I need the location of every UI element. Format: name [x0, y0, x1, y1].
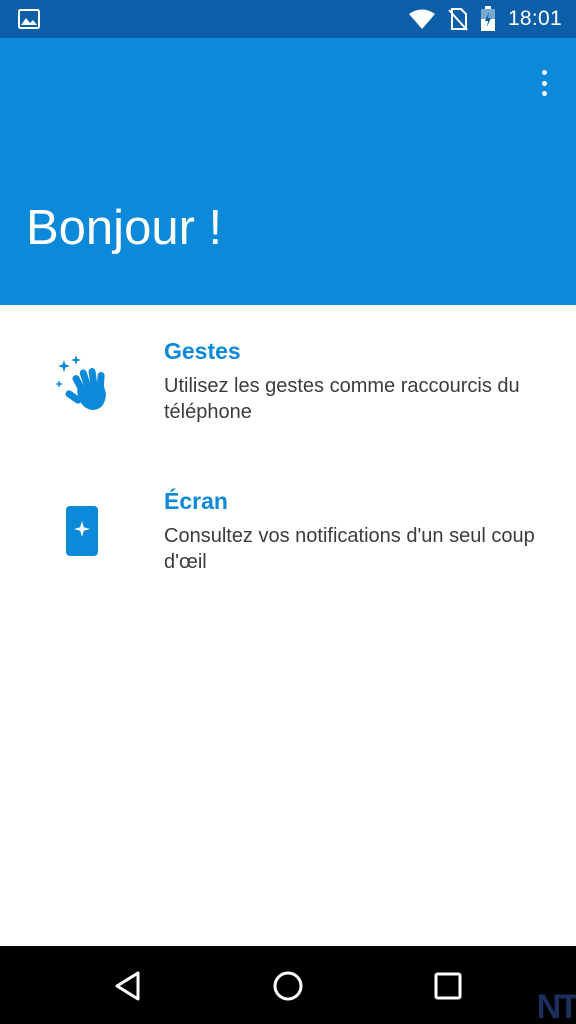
status-bar: 18:01 [0, 0, 576, 38]
watermark-logo: NT [536, 988, 576, 1024]
recents-icon[interactable] [428, 966, 468, 1006]
feature-item-gestures[interactable]: Gestes Utilisez les gestes comme raccour… [0, 330, 576, 460]
no-sim-icon [448, 8, 468, 31]
phone-sparkle-icon [50, 500, 114, 564]
system-icons: 18:01 [408, 0, 562, 38]
feature-item-screen[interactable]: Écran Consultez vos notifications d'un s… [0, 480, 576, 610]
more-vert-icon[interactable] [534, 68, 554, 98]
back-icon[interactable] [108, 966, 148, 1006]
battery-icon [480, 6, 495, 31]
home-icon[interactable] [268, 966, 308, 1006]
clock: 18:01 [507, 7, 562, 30]
feature-description: Utilisez les gestes comme raccourcis du … [164, 375, 520, 423]
gallery-icon [18, 9, 40, 29]
page-title: Bonjour ! [26, 201, 223, 255]
feature-title: Gestes [164, 338, 241, 364]
app-bar: Bonjour ! [0, 38, 576, 305]
waving-hand-icon [50, 350, 114, 414]
wifi-icon [408, 9, 435, 29]
feature-description: Consultez vos notifications d'un seul co… [164, 525, 535, 573]
feature-title: Écran [164, 488, 228, 514]
navigation-bar: NT [0, 946, 576, 1024]
